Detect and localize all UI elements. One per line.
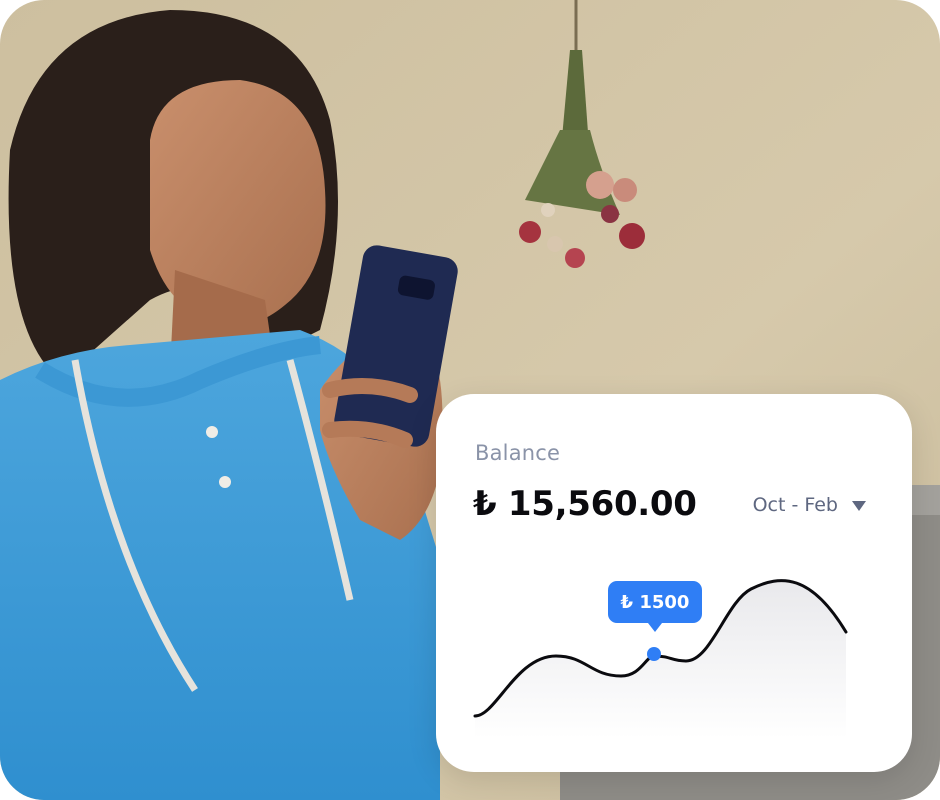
chart-tooltip: ₺ 1500: [608, 581, 702, 632]
balance-card: Balance ₺ 15,560.00 Oct - Feb ₺ 1500: [436, 394, 912, 772]
chart-highlight-point[interactable]: [647, 647, 661, 661]
